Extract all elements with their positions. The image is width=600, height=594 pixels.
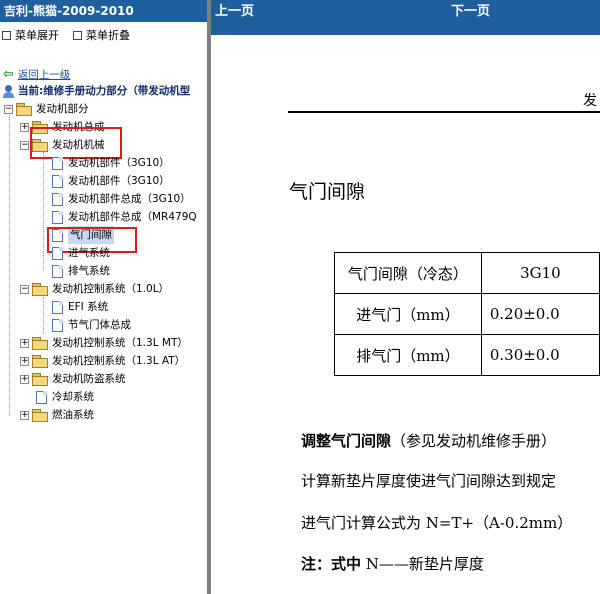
tree-doc-intake-system[interactable]: 进气系统 (52, 244, 110, 262)
document-icon (36, 390, 47, 404)
tree-node-label: EFI 系统 (68, 301, 109, 313)
tree-node-label: 冷却系统 (52, 391, 94, 403)
folder-icon (32, 373, 48, 386)
tree-node-label: 发动机部件总成（MR479Q (68, 211, 197, 223)
tree-node-engine-section[interactable]: − 发动机部分 (4, 100, 89, 118)
prev-page-link[interactable]: 上一页 (215, 0, 254, 24)
navigation-pane: 吉利-熊猫-2009-2010 菜单展开 菜单折叠 ⇦ 返回上一级 当前:维修手… (0, 0, 207, 594)
expand-icon[interactable]: + (20, 410, 29, 420)
table-cell: 0.20±0.0 (480, 293, 600, 335)
tree-node-label: 节气门体总成 (68, 319, 131, 331)
tree-guide-line (9, 112, 10, 416)
table-cell: 3G10 (480, 252, 600, 294)
document-icon (52, 156, 63, 170)
expand-menu-button[interactable]: 菜单展开 (2, 27, 59, 43)
folder-icon (32, 409, 48, 422)
current-location: 当前:维修手册动力部分（带发动机型 (3, 82, 190, 100)
document-icon (52, 246, 63, 260)
document-icon (52, 318, 63, 332)
tree-node-label: 进气系统 (68, 247, 110, 259)
table-row: 排气门（mm） 0.30±0.0 (334, 334, 600, 376)
folder-open-icon (32, 283, 48, 296)
next-page-link[interactable]: 下一页 (451, 0, 490, 24)
tree-node-label: 排气系统 (68, 265, 110, 277)
paragraph: 注：式中 N——新垫片厚度 (301, 553, 484, 574)
table-cell: 排气门（mm） (334, 334, 482, 376)
tree-node-engine-control-1-3l-at[interactable]: + 发动机控制系统（1.3L AT） (20, 352, 185, 370)
document-icon (52, 174, 63, 188)
paragraph-bold: 注：式中 (301, 555, 362, 573)
paragraph: 调整气门间隙（参见发动机维修手册） (301, 430, 556, 451)
document-icon (52, 264, 63, 278)
paragraph: 计算新垫片厚度使进气门间隙达到规定 (301, 472, 557, 490)
collapse-menu-label: 菜单折叠 (86, 29, 130, 42)
tree-doc-throttle-body[interactable]: 节气门体总成 (52, 316, 131, 334)
tree-doc-exhaust-system[interactable]: 排气系统 (52, 262, 110, 280)
tree-guide-line (43, 152, 44, 270)
table-header-row: 气门间隙（冷态） 3G10 (334, 252, 600, 294)
document-page: 发 气门间隙 气门间隙（冷态） 3G10 进气门（mm） 0.20±0.0 排气… (211, 35, 600, 594)
collapse-icon[interactable]: − (4, 104, 13, 114)
paragraph: 进气门计算公式为 N=T+（A-0.2mm） (301, 514, 573, 532)
paragraph-bold: 调整气门间隙 (301, 432, 392, 450)
table-row: 进气门（mm） 0.20±0.0 (334, 293, 600, 335)
tree-doc-engine-assembly-3g10[interactable]: 发动机部件总成（3G10） (52, 190, 191, 208)
tree-node-label: 发动机控制系统（1.3L MT） (52, 337, 188, 349)
tree-node-label: 发动机部分 (36, 103, 89, 115)
content-pane: 上一页 下一页 发 气门间隙 气门间隙（冷态） 3G10 进气门（mm） 0.2… (211, 0, 600, 594)
tree-node-label: 发动机控制系统（1.0L） (52, 283, 170, 295)
tree-node-fuel-system[interactable]: + 燃油系统 (20, 406, 94, 424)
checkbox-icon (73, 30, 82, 40)
tree-doc-engine-assembly-mr479q[interactable]: 发动机部件总成（MR479Q (52, 208, 197, 226)
tree-node-label: 发动机部件（3G10） (68, 175, 170, 187)
tree-node-label: 发动机防盗系统 (52, 373, 126, 385)
collapse-menu-button[interactable]: 菜单折叠 (73, 27, 130, 43)
menu-toolbar: 菜单展开 菜单折叠 (0, 22, 207, 48)
folder-icon (32, 355, 48, 368)
document-icon (52, 192, 63, 206)
expand-icon[interactable]: + (20, 122, 29, 132)
checkbox-icon (2, 30, 11, 40)
tree-node-engine-control-1-0l[interactable]: − 发动机控制系统（1.0L） (20, 280, 169, 298)
tree-node-engine-immobilizer[interactable]: + 发动机防盗系统 (20, 370, 126, 388)
folder-icon (32, 337, 48, 350)
folder-open-icon (16, 103, 32, 116)
tree-node-label: 燃油系统 (52, 409, 94, 421)
tree-guide-line (43, 297, 44, 333)
user-icon (3, 84, 14, 98)
collapse-icon[interactable]: − (20, 140, 29, 150)
tree-doc-engine-parts-3g10-b[interactable]: 发动机部件（3G10） (52, 172, 170, 190)
doc-header: 发 (583, 93, 597, 109)
tree-node-label: 发动机控制系统（1.3L AT） (52, 355, 186, 367)
valve-clearance-table: 气门间隙（冷态） 3G10 进气门（mm） 0.20±0.0 排气门（mm） 0… (334, 252, 600, 376)
paragraph-text: （参见发动机维修手册） (391, 432, 557, 450)
tree-doc-engine-parts-3g10[interactable]: 发动机部件（3G10） (52, 154, 170, 172)
tree-doc-cooling-system[interactable]: 冷却系统 (36, 388, 94, 406)
table-cell: 进气门（mm） (334, 293, 482, 335)
paragraph-text: N——新垫片厚度 (361, 555, 484, 573)
page-nav-bar: 上一页 下一页 (211, 0, 600, 35)
table-cell: 气门间隙（冷态） (334, 252, 482, 294)
tree-node-label: 发动机部件（3G10） (68, 157, 170, 169)
expand-icon[interactable]: + (20, 356, 29, 366)
tree-node-engine-control-1-3l-mt[interactable]: + 发动机控制系统（1.3L MT） (20, 334, 188, 352)
document-icon (52, 300, 63, 314)
table-cell: 0.30±0.0 (480, 334, 600, 376)
document-icon (52, 210, 63, 224)
current-location-label: 当前:维修手册动力部分（带发动机型 (18, 85, 191, 97)
section-title: 气门间隙 (289, 181, 366, 203)
header-rule (288, 111, 600, 113)
window-title: 吉利-熊猫-2009-2010 (0, 0, 207, 22)
collapse-icon[interactable]: − (20, 284, 29, 294)
tree-node-label: 发动机部件总成（3G10） (68, 193, 191, 205)
tree-doc-efi-system[interactable]: EFI 系统 (52, 298, 108, 316)
expand-menu-label: 菜单展开 (15, 29, 59, 42)
expand-icon[interactable]: + (20, 338, 29, 348)
expand-icon[interactable]: + (20, 374, 29, 384)
